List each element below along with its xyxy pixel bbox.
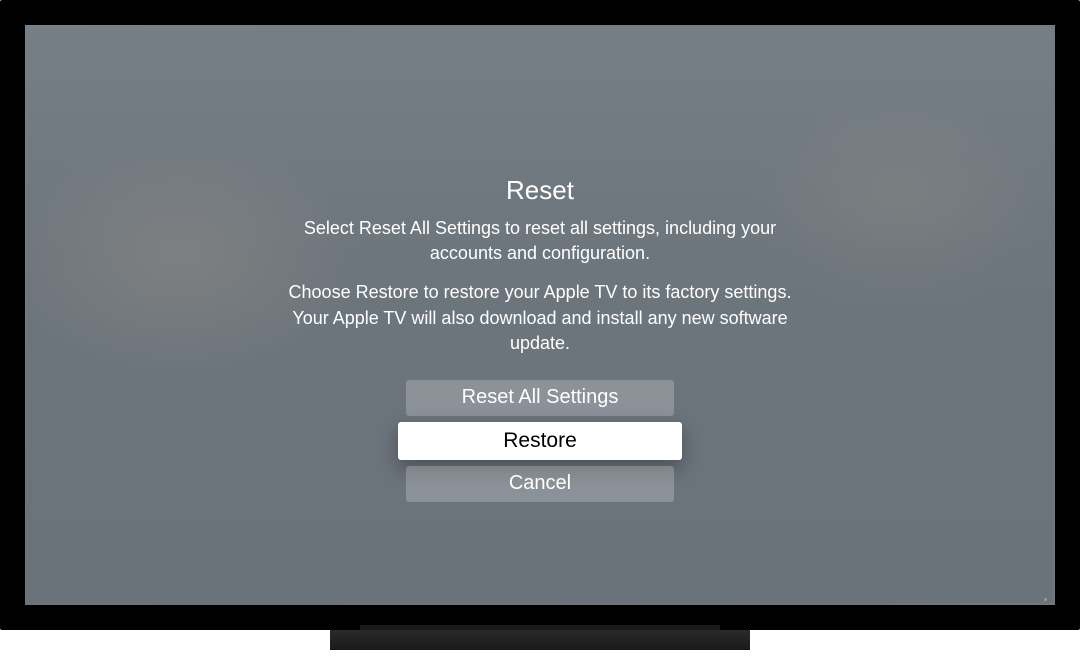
tv-stand-base (330, 630, 750, 650)
tv-frame: Reset Select Reset All Settings to reset… (0, 0, 1080, 630)
reset-dialog: Reset Select Reset All Settings to reset… (25, 25, 1055, 605)
tv-screen: Reset Select Reset All Settings to reset… (25, 25, 1055, 605)
cancel-button[interactable]: Cancel (406, 466, 674, 502)
tv-led-indicator (1044, 598, 1047, 601)
dialog-description-2: Choose Restore to restore your Apple TV … (270, 280, 810, 356)
dialog-button-group: Reset All Settings Restore Cancel (398, 380, 682, 502)
dialog-description-1: Select Reset All Settings to reset all s… (270, 216, 810, 266)
restore-button[interactable]: Restore (398, 422, 682, 460)
reset-all-settings-button[interactable]: Reset All Settings (406, 380, 674, 416)
dialog-title: Reset (506, 175, 574, 206)
